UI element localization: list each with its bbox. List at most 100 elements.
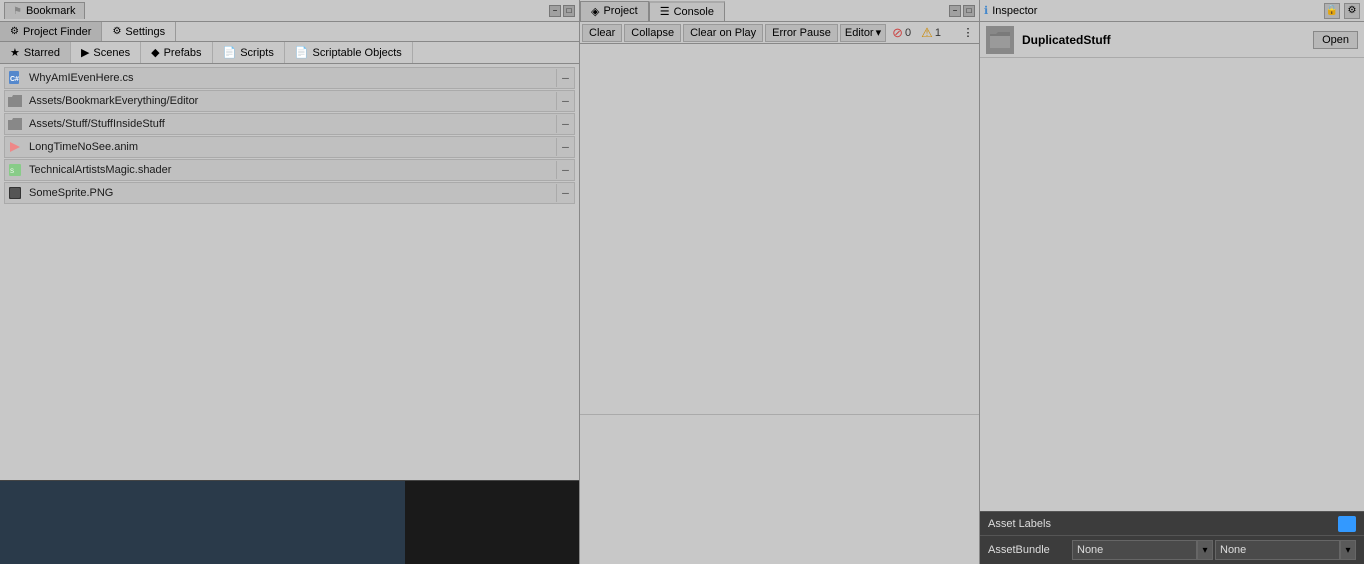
inspector-asset-header: DuplicatedStuff Open bbox=[980, 22, 1364, 58]
bookmark-titlebar: ⚑ Bookmark − □ bbox=[0, 0, 579, 22]
collapse-button[interactable]: Collapse bbox=[624, 24, 681, 42]
inspector-titlebar: ℹ Inspector 🔒 ⚙ bbox=[980, 0, 1364, 22]
remove-bookmark-button[interactable]: − bbox=[556, 69, 574, 87]
inspector-controls: 🔒 ⚙ bbox=[1324, 3, 1360, 19]
inspector-lock-button[interactable]: 🔒 bbox=[1324, 3, 1340, 19]
asset-name: DuplicatedStuff bbox=[1022, 33, 1313, 47]
svg-text:C#: C# bbox=[10, 76, 19, 83]
folder-icon bbox=[5, 114, 25, 134]
remove-bookmark-button[interactable]: − bbox=[556, 92, 574, 110]
remove-bookmark-button[interactable]: − bbox=[556, 115, 574, 133]
subtab-scenes[interactable]: ▶ Scenes bbox=[71, 42, 141, 63]
png-file-icon bbox=[5, 183, 25, 203]
console-maximize-button[interactable]: □ bbox=[963, 5, 975, 17]
star-icon: ★ bbox=[10, 46, 20, 59]
asset-bundle-value-2: None bbox=[1220, 544, 1246, 556]
inspector-bottom: Asset Labels AssetBundle None ▾ None bbox=[980, 511, 1364, 564]
asset-bundle-value-1: None bbox=[1077, 544, 1103, 556]
asset-bundle-arrow-1[interactable]: ▾ bbox=[1197, 540, 1213, 560]
bookmark-title-label: Bookmark bbox=[26, 5, 76, 17]
console-panel: ◈ Project ☰ Console − □ Clear Collapse C… bbox=[580, 0, 980, 564]
asset-bundle-arrow-2[interactable]: ▾ bbox=[1340, 540, 1356, 560]
left-panel-bottom bbox=[0, 480, 579, 564]
open-asset-button[interactable]: Open bbox=[1313, 31, 1358, 49]
inspector-title: Inspector bbox=[992, 5, 1037, 17]
settings-icon: ⚙ bbox=[112, 26, 121, 37]
clear-button[interactable]: Clear bbox=[582, 24, 622, 42]
asset-folder-icon bbox=[986, 26, 1014, 54]
list-item[interactable]: Assets/Stuff/StuffInsideStuff − bbox=[4, 113, 575, 135]
list-item[interactable]: Assets/BookmarkEverything/Editor − bbox=[4, 90, 575, 112]
list-item[interactable]: C# WhyAmIEvenHere.cs − bbox=[4, 67, 575, 89]
subtab-prefabs-label: Prefabs bbox=[164, 47, 202, 59]
tab-settings-label: Settings bbox=[125, 26, 165, 38]
subtab-scripts-label: Scripts bbox=[240, 47, 274, 59]
minimize-button[interactable]: − bbox=[549, 5, 561, 17]
inspector-settings-button[interactable]: ⚙ bbox=[1344, 3, 1360, 19]
tab-project-label: Project bbox=[603, 5, 637, 17]
main-tabs: ⚙ Project Finder ⚙ Settings bbox=[0, 22, 579, 42]
bookmark-icon: ⚑ bbox=[13, 6, 22, 17]
subtab-scripts[interactable]: 📄 Scripts bbox=[213, 42, 285, 63]
bookmark-item-label: Assets/BookmarkEverything/Editor bbox=[25, 95, 556, 107]
asset-labels-title: Asset Labels bbox=[988, 518, 1051, 530]
console-tab-icon: ☰ bbox=[660, 5, 670, 18]
console-minimize-button[interactable]: − bbox=[949, 5, 961, 17]
remove-bookmark-button[interactable]: − bbox=[556, 138, 574, 156]
maximize-button[interactable]: □ bbox=[563, 5, 575, 17]
editor-dropdown[interactable]: Editor ▾ bbox=[840, 24, 886, 42]
warning-badge: ⚠ 1 bbox=[917, 24, 945, 42]
bottom-right-area bbox=[405, 481, 579, 564]
list-item[interactable]: LongTimeNoSee.anim − bbox=[4, 136, 575, 158]
subtab-prefabs[interactable]: ◆ Prefabs bbox=[141, 42, 212, 63]
inspector-panel: ℹ Inspector 🔒 ⚙ DuplicatedStuff Open bbox=[980, 0, 1364, 564]
error-icon: ⊘ bbox=[892, 25, 903, 41]
asset-labels-header: Asset Labels bbox=[980, 512, 1364, 536]
bookmark-item-label: Assets/Stuff/StuffInsideStuff bbox=[25, 118, 556, 130]
subtab-scriptable-objects-label: Scriptable Objects bbox=[313, 47, 402, 59]
subtab-starred[interactable]: ★ Starred bbox=[0, 42, 71, 63]
cs-file-icon: C# bbox=[5, 68, 25, 88]
list-item[interactable]: SomeSprite.PNG − bbox=[4, 182, 575, 204]
prefabs-icon: ◆ bbox=[151, 46, 159, 59]
bookmark-title-tab[interactable]: ⚑ Bookmark bbox=[4, 2, 85, 19]
tab-settings[interactable]: ⚙ Settings bbox=[102, 22, 176, 41]
remove-bookmark-button[interactable]: − bbox=[556, 184, 574, 202]
asset-bundle-label: AssetBundle bbox=[988, 544, 1068, 556]
console-settings-button[interactable]: ⋮ bbox=[959, 24, 977, 42]
bookmark-item-label: LongTimeNoSee.anim bbox=[25, 141, 556, 153]
warning-icon: ⚠ bbox=[921, 25, 933, 41]
editor-label: Editor bbox=[845, 27, 874, 39]
bottom-left-area bbox=[0, 481, 405, 564]
tab-console-label: Console bbox=[674, 6, 714, 18]
tab-project-finder-label: Project Finder bbox=[23, 26, 91, 38]
subtab-scenes-label: Scenes bbox=[93, 47, 130, 59]
folder-icon bbox=[5, 91, 25, 111]
svg-text:S: S bbox=[10, 169, 14, 175]
tab-project[interactable]: ◈ Project bbox=[580, 1, 649, 21]
asset-bundle-select-2[interactable]: None bbox=[1215, 540, 1340, 560]
anim-file-icon bbox=[5, 137, 25, 157]
bookmark-list: C# WhyAmIEvenHere.cs − Assets/BookmarkEv… bbox=[0, 64, 579, 480]
sub-tabs: ★ Starred ▶ Scenes ◆ Prefabs 📄 Scripts 📄… bbox=[0, 42, 579, 64]
project-finder-icon: ⚙ bbox=[10, 26, 19, 37]
bookmark-panel: ⚑ Bookmark − □ ⚙ Project Finder ⚙ Settin… bbox=[0, 0, 580, 564]
remove-bookmark-button[interactable]: − bbox=[556, 161, 574, 179]
bookmark-item-label: SomeSprite.PNG bbox=[25, 187, 556, 199]
scripts-icon: 📄 bbox=[223, 46, 237, 59]
tab-console[interactable]: ☰ Console bbox=[649, 1, 725, 21]
console-toolbar: Clear Collapse Clear on Play Error Pause… bbox=[580, 22, 979, 44]
clear-on-play-button[interactable]: Clear on Play bbox=[683, 24, 763, 42]
inspector-content bbox=[980, 58, 1364, 511]
asset-bundle-select-1[interactable]: None bbox=[1072, 540, 1197, 560]
subtab-scriptable-objects[interactable]: 📄 Scriptable Objects bbox=[285, 42, 413, 63]
tab-project-finder[interactable]: ⚙ Project Finder bbox=[0, 22, 102, 41]
bookmark-item-label: TechnicalArtistsMagic.shader bbox=[25, 164, 556, 176]
bookmark-item-label: WhyAmIEvenHere.cs bbox=[25, 72, 556, 84]
asset-labels-toggle[interactable] bbox=[1338, 516, 1356, 532]
shader-file-icon: S bbox=[5, 160, 25, 180]
error-pause-button[interactable]: Error Pause bbox=[765, 24, 838, 42]
list-item[interactable]: S TechnicalArtistsMagic.shader − bbox=[4, 159, 575, 181]
error-badge: ⊘ 0 bbox=[888, 24, 915, 42]
editor-dropdown-icon: ▾ bbox=[876, 26, 882, 39]
